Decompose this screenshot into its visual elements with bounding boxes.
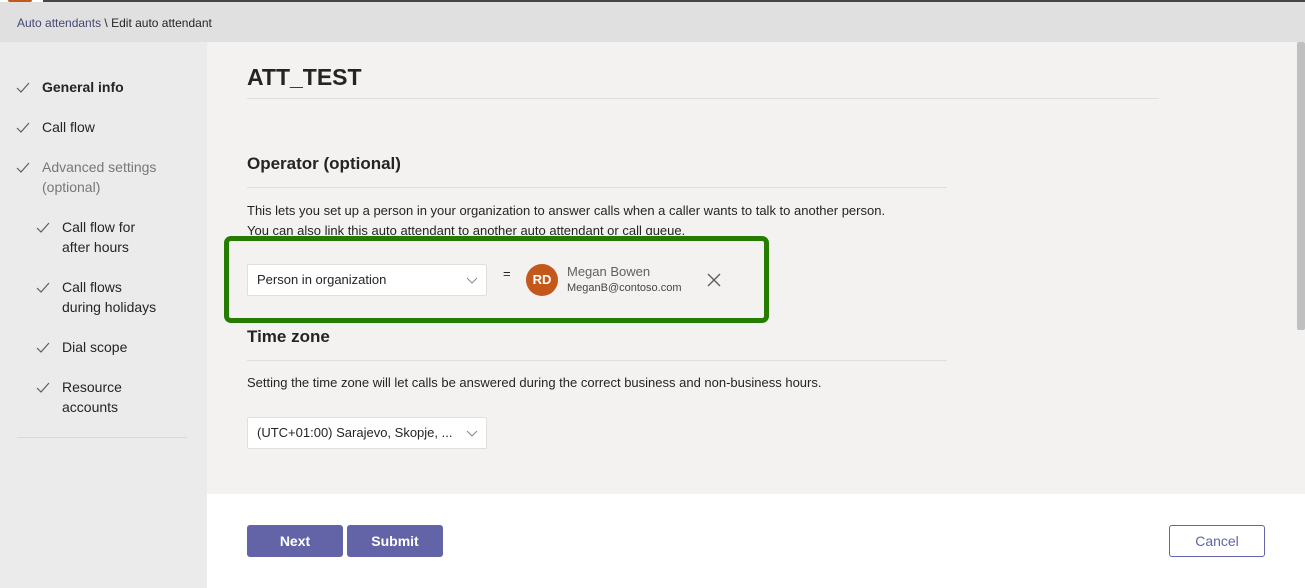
operator-person-name: Megan Bowen (567, 264, 651, 279)
sidebar-item-label-line2: accounts (62, 399, 119, 415)
sidebar-item-label: General info (42, 79, 124, 95)
title-divider (247, 98, 1159, 99)
wizard-steps-sidebar: General info Call flow Advanced settings… (0, 42, 207, 588)
sidebar-item-advanced-settings[interactable]: Advanced settings (optional) (16, 157, 157, 197)
breadcrumb-separator: \ (101, 16, 112, 30)
checkmark-icon (36, 222, 50, 233)
operator-description-line1: This lets you set up a person in your or… (247, 203, 886, 218)
sidebar-item-label: Dial scope (62, 339, 128, 355)
equals-sign: = (503, 266, 511, 281)
sidebar-item-call-flows-holidays[interactable]: Call flows during holidays (36, 277, 157, 317)
operator-type-selected: Person in organization (257, 272, 387, 287)
checkmark-icon (36, 382, 50, 393)
timezone-section-title: Time zone (247, 327, 330, 346)
operator-section-title: Operator (optional) (247, 154, 401, 173)
cancel-button[interactable]: Cancel (1169, 525, 1265, 557)
timezone-description: Setting the time zone will let calls be … (247, 375, 822, 390)
avatar: RD (526, 264, 558, 296)
breadcrumb-auto-attendants-link[interactable]: Auto attendants (17, 16, 101, 30)
operator-type-dropdown[interactable]: Person in organization (247, 264, 487, 296)
next-button[interactable]: Next (247, 525, 343, 557)
sidebar-item-label-line2: during holidays (62, 299, 157, 315)
sidebar-item-label: Call flow (42, 119, 95, 135)
sidebar-item-general-info[interactable]: General info (16, 77, 124, 97)
sidebar-item-resource-accounts[interactable]: Resource accounts (36, 377, 122, 417)
breadcrumb: Auto attendants \ Edit auto attendant (17, 16, 212, 30)
checkmark-icon (16, 82, 30, 93)
sidebar-item-label: Advanced settings (42, 159, 157, 175)
main-content: ATT_TEST Operator (optional) This lets y… (207, 42, 1297, 494)
chevron-down-icon (466, 277, 478, 284)
page-title: ATT_TEST (247, 64, 362, 90)
operator-section-divider (247, 187, 947, 188)
operator-description-line2: You can also link this auto attendant to… (247, 223, 686, 235)
timezone-dropdown[interactable]: (UTC+01:00) Sarajevo, Skopje, ... (247, 417, 487, 449)
chevron-down-icon (466, 430, 478, 437)
sidebar-item-label-line2: (optional) (42, 179, 101, 195)
operator-person-email: MeganB@contoso.com (567, 282, 682, 294)
scrollbar-thumb[interactable] (1297, 42, 1305, 330)
checkmark-icon (16, 122, 30, 133)
close-icon[interactable] (706, 272, 722, 288)
timezone-section-divider (247, 360, 947, 361)
checkmark-icon (36, 342, 50, 353)
sidebar-item-label-line2: after hours (62, 239, 129, 255)
sidebar-item-dial-scope[interactable]: Dial scope (36, 337, 128, 357)
sidebar-item-label: Call flow for (62, 219, 136, 235)
sidebar-divider (17, 437, 187, 438)
sidebar-item-call-flow[interactable]: Call flow (16, 117, 95, 137)
submit-button[interactable]: Submit (347, 525, 443, 557)
checkmark-icon (16, 162, 30, 173)
breadcrumb-bar: Auto attendants \ Edit auto attendant (0, 2, 1305, 42)
vertical-scrollbar[interactable] (1297, 42, 1305, 494)
breadcrumb-current: Edit auto attendant (111, 16, 212, 30)
timezone-selected: (UTC+01:00) Sarajevo, Skopje, ... (257, 425, 453, 440)
footer-action-bar: Next Submit Cancel (207, 494, 1305, 588)
checkmark-icon (36, 282, 50, 293)
sidebar-item-label: Call flows (62, 279, 122, 295)
sidebar-item-label: Resource (62, 379, 122, 395)
sidebar-item-call-flow-after-hours[interactable]: Call flow for after hours (36, 217, 136, 257)
